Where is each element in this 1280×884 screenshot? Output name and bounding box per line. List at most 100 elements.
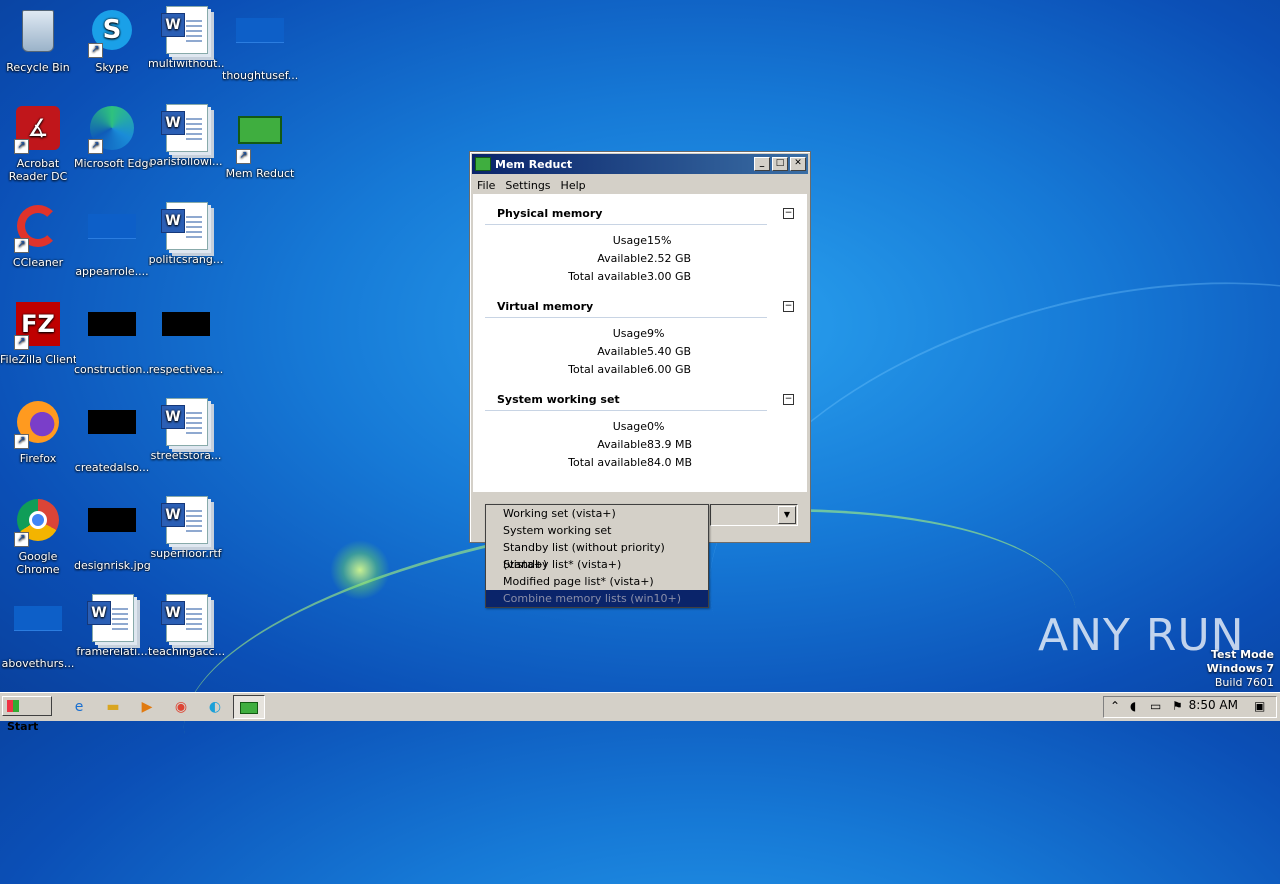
memory-row-value: 0% — [647, 420, 665, 433]
clean-region-combobox[interactable]: ▼ — [710, 504, 798, 526]
memory-row: Total available 84.0 MB — [485, 454, 795, 472]
desktop-icon-superfloor-doc[interactable]: Wsuperfloor.rtf — [148, 496, 224, 560]
collapse-icon[interactable]: − — [783, 394, 794, 405]
createdalso-file-icon — [88, 410, 136, 458]
memory-row-value: 84.0 MB — [647, 456, 693, 469]
mem-reduct-tray-icon — [240, 702, 258, 714]
memory-row-value: 6.00 GB — [647, 363, 692, 376]
memory-row: Usage 9% — [485, 325, 795, 343]
memory-row: Usage 0% — [485, 418, 795, 436]
test-mode-label: Test Mode — [1211, 648, 1274, 661]
memory-row-key: Available — [597, 438, 647, 451]
clock[interactable]: 8:50 AM — [1189, 698, 1238, 712]
section-title: System working set — [485, 390, 767, 411]
start-button[interactable]: Start — [2, 696, 52, 733]
desktop-icon-streetstora-doc[interactable]: Wstreetstora... — [148, 398, 224, 462]
memory-row-key: Total available — [568, 270, 647, 283]
menu-file[interactable]: File — [473, 179, 501, 192]
dropdown-option[interactable]: Modified page list* (vista+) — [486, 573, 708, 590]
ccleaner-icon: ↗ — [14, 205, 62, 253]
desktop-icon-firefox[interactable]: ↗ Firefox — [0, 398, 76, 465]
desktop-icon-label: streetstora... — [150, 449, 222, 462]
taskbar: Start e ▬ ▶ ◉ ◐ ⌃ ◖ ▭ ⚑ 8:50 AM ▣ — [0, 692, 1280, 733]
test-mode-notice: Test Mode Windows 7 Build 7601 — [1207, 648, 1274, 690]
desktop-icon-label: Firefox — [19, 452, 57, 465]
memory-row-value: 3.00 GB — [647, 270, 692, 283]
memory-row-key: Available — [597, 252, 647, 265]
desktop-icon-teachingacc-doc[interactable]: Wteachingacc... — [148, 594, 224, 658]
flag-icon[interactable]: ⚑ — [1172, 699, 1183, 713]
close-button[interactable]: ✕ — [790, 157, 806, 171]
desktop-icon-thoughtusef-file[interactable]: thoughtusef... — [222, 6, 298, 82]
show-desktop-icon[interactable]: ▣ — [1254, 699, 1265, 713]
memory-row: Available 2.52 GB — [485, 250, 795, 268]
memory-region-dropdown: Working set (vista+) System working set St… — [485, 504, 709, 608]
desktop-icon-label: CCleaner — [12, 256, 64, 269]
start-label: Start — [7, 720, 39, 733]
shortcut-arrow-icon: ↗ — [14, 238, 29, 253]
taskbar-mem-reduct[interactable] — [233, 695, 265, 719]
internet-explorer-icon[interactable]: e — [68, 696, 90, 718]
shortcut-arrow-icon: ↗ — [236, 149, 251, 164]
desktop-icon-construction-file[interactable]: construction... — [74, 300, 150, 376]
desktop-icon-label: designrisk.jpg — [74, 559, 150, 572]
dropdown-option[interactable]: Standby list (without priority) (vista+) — [486, 539, 708, 571]
menu-help[interactable]: Help — [557, 179, 592, 192]
dropdown-option[interactable]: System working set — [486, 522, 708, 539]
desktop-icon-label: politicsrang... — [148, 253, 224, 266]
shortcut-arrow-icon: ↗ — [14, 434, 29, 449]
chrome-icon[interactable]: ◉ — [170, 696, 192, 718]
desktop-icon-microsoft-edge[interactable]: ↗ Microsoft Edge — [74, 104, 150, 170]
network-icon[interactable]: ▭ — [1150, 699, 1161, 713]
memory-row: Total available 6.00 GB — [485, 361, 795, 379]
desktop-icon-abovethurs-file[interactable]: abovethurs... — [0, 594, 76, 670]
teachingacc-doc-icon: W — [161, 594, 210, 642]
desktop-icon-label: superfloor.rtf — [150, 547, 222, 560]
desktop-icon-label: Mem Reduct — [225, 167, 295, 180]
desktop-icon-google-chrome[interactable]: ↗ Google Chrome — [0, 496, 76, 576]
recycle-bin-icon — [14, 10, 62, 58]
desktop-icon-mem-reduct[interactable]: ↗ Mem Reduct — [222, 104, 298, 180]
chevron-down-icon[interactable]: ▼ — [778, 506, 796, 524]
minimize-button[interactable]: _ — [754, 157, 770, 171]
construction-file-icon — [88, 312, 136, 360]
speaker-icon[interactable]: ◖ — [1130, 699, 1136, 713]
maximize-button[interactable]: □ — [772, 157, 788, 171]
memory-row-value: 5.40 GB — [647, 345, 692, 358]
desktop-icon-framerelati-doc[interactable]: Wframerelati... — [74, 594, 150, 658]
edge-icon[interactable]: ◐ — [204, 696, 226, 718]
desktop-icon-parisfollowi-doc[interactable]: Wparisfollowi... — [148, 104, 224, 168]
desktop-icon-respectivea-file[interactable]: respectivea... — [148, 300, 224, 376]
memory-row-key: Total available — [568, 363, 647, 376]
collapse-icon[interactable]: − — [783, 208, 794, 219]
dropdown-option[interactable]: Standby list* (vista+) — [486, 556, 708, 573]
shortcut-arrow-icon: ↗ — [88, 139, 103, 154]
desktop-icon-filezilla[interactable]: FZ ↗ FileZilla Client — [0, 300, 76, 366]
desktop-icon-appearrole-file[interactable]: appearrole.... — [74, 202, 150, 278]
menu-settings[interactable]: Settings — [501, 179, 556, 192]
desktop-icon-skype[interactable]: S ↗ Skype — [74, 6, 150, 74]
collapse-icon[interactable]: − — [783, 301, 794, 312]
window-title: Mem Reduct — [495, 157, 573, 171]
desktop-icon-recycle-bin[interactable]: Recycle Bin — [0, 6, 76, 74]
chevron-up-icon[interactable]: ⌃ — [1110, 699, 1120, 713]
os-label: Windows 7 — [1206, 662, 1274, 675]
folder-icon[interactable]: ▬ — [102, 696, 124, 718]
respectivea-file-icon — [162, 312, 210, 360]
superfloor-doc-icon: W — [161, 496, 210, 544]
desktop-icon-ccleaner[interactable]: ↗ CCleaner — [0, 202, 76, 269]
memory-row: Total available 3.00 GB — [485, 268, 795, 286]
desktop-icon-label: framerelati... — [76, 645, 148, 658]
media-player-icon[interactable]: ▶ — [136, 696, 158, 718]
desktop-icon-label: Recycle Bin — [6, 61, 70, 74]
desktop-icon-acrobat-reader[interactable]: ∡ ↗ Acrobat Reader DC — [0, 104, 76, 183]
streetstora-doc-icon: W — [161, 398, 210, 446]
title-bar[interactable]: Mem Reduct _ □ ✕ — [472, 154, 808, 174]
desktop-icon-multiwithout-doc[interactable]: Wmultiwithout... — [148, 6, 224, 70]
framerelati-doc-icon: W — [87, 594, 136, 642]
desktop-icon-designrisk-file[interactable]: designrisk.jpg — [74, 496, 150, 572]
desktop-icon-createdalso-file[interactable]: createdalso... — [74, 398, 150, 474]
dropdown-option[interactable]: Working set (vista+) — [486, 505, 708, 522]
desktop-icon-politicsrang-doc[interactable]: Wpoliticsrang... — [148, 202, 224, 266]
dropdown-option[interactable]: Combine memory lists (win10+) — [486, 590, 708, 607]
